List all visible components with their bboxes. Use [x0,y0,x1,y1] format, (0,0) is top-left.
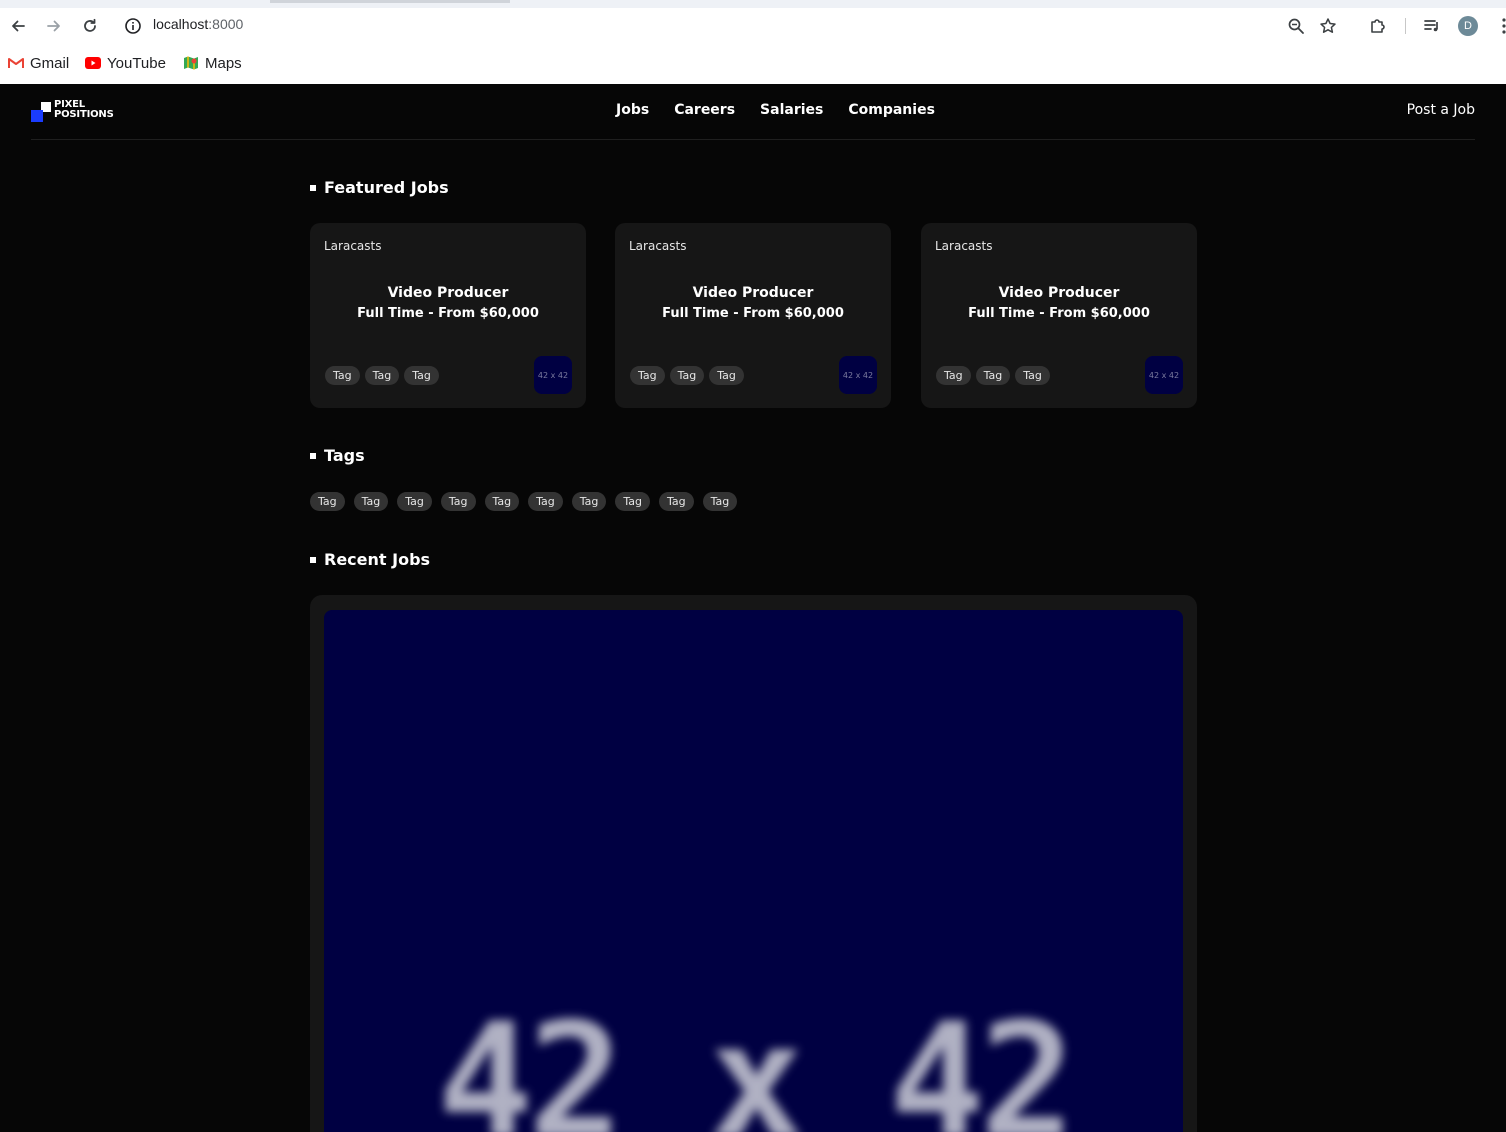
bookmark-gmail[interactable]: Gmail [8,53,69,73]
arrow-left-icon [12,20,25,32]
address-bar[interactable]: localhost:8000 [114,10,1352,42]
star-icon [1320,18,1336,33]
reload-button[interactable] [76,12,104,40]
employer-logo-placeholder: 42 x 42 [839,356,877,394]
tag-chip[interactable]: Tag [397,492,432,511]
youtube-icon [85,55,101,71]
nav-salaries[interactable]: Salaries [760,102,823,118]
tag-chip[interactable]: Tag [702,492,738,511]
job-tags: Tag Tag Tag [325,366,439,385]
featured-jobs-list: Laracasts Video Producer Full Time - Fro… [310,223,1197,408]
job-salary: Full Time - From $60,000 [968,306,1150,321]
job-title[interactable]: Video Producer [921,285,1197,301]
tag-chip[interactable]: Tag [615,492,650,511]
heading-bullet [310,556,316,563]
tag-chip[interactable]: Tag [484,492,520,511]
all-tags-list: Tag Tag Tag Tag Tag Tag Tag Tag Tag Tag [310,492,738,511]
puzzle-icon [1371,19,1385,33]
site-info-icon[interactable] [124,17,142,35]
featured-job-card[interactable]: Laracasts Video Producer Full Time - Fro… [310,223,586,408]
logo-line-2: POSITIONS [54,109,114,120]
bookmark-youtube[interactable]: YouTube [85,53,166,73]
profile-avatar[interactable]: D [1458,16,1478,36]
placeholder-label: 42 x 42 [437,988,1075,1132]
media-controls-button[interactable] [1420,14,1444,38]
toolbar-separator [1405,18,1406,34]
forward-button[interactable] [40,12,68,40]
featured-jobs-heading: Featured Jobs [310,178,449,197]
tag-chip[interactable]: Tag [440,492,476,511]
reload-icon [84,18,96,32]
tag-chip[interactable]: Tag [353,492,389,511]
url-text: localhost:8000 [153,16,243,32]
bookmark-label: Maps [205,54,242,72]
job-salary: Full Time - From $60,000 [357,306,539,321]
employer-logo-placeholder: 42 x 42 [534,356,572,394]
tag-chip[interactable]: Tag [404,366,439,385]
tag-chip[interactable]: Tag [571,492,607,511]
recent-job-image-placeholder: 42 x 42 [324,610,1183,1132]
heading-bullet [310,184,316,191]
job-salary: Full Time - From $60,000 [662,306,844,321]
job-title[interactable]: Video Producer [310,285,586,301]
browser-chrome: localhost:8000 D Gmail YouTube Maps [0,0,1506,84]
section-title-text: Featured Jobs [324,178,449,197]
main-nav: Jobs Careers Salaries Companies [616,102,935,118]
section-title-text: Recent Jobs [324,550,431,569]
recent-jobs-heading: Recent Jobs [310,550,430,569]
gmail-icon [8,55,24,71]
site-header: PIXEL POSITIONS Jobs Careers Salaries Co… [31,84,1475,140]
job-title[interactable]: Video Producer [615,285,891,301]
job-company: Laracasts [324,239,382,253]
featured-job-card[interactable]: Laracasts Video Producer Full Time - Fro… [921,223,1197,408]
tag-chip[interactable]: Tag [669,366,705,385]
bookmark-label: YouTube [107,54,166,72]
employer-logo-placeholder: 42 x 42 [1145,356,1183,394]
bookmarks-bar: Gmail YouTube Maps [0,48,1506,78]
tag-chip[interactable]: Tag [528,492,563,511]
extensions-button[interactable] [1366,14,1390,38]
tag-chip[interactable]: Tag [1015,366,1050,385]
pixel-logo-icon [31,102,51,122]
url-port: :8000 [208,16,244,32]
maps-icon [183,55,199,71]
job-tags: Tag Tag Tag [936,366,1050,385]
logo-wordmark: PIXEL POSITIONS [54,100,114,120]
media-queue-icon [1424,20,1438,32]
featured-job-card[interactable]: Laracasts Video Producer Full Time - Fro… [615,223,891,408]
nav-jobs[interactable]: Jobs [616,102,649,118]
tag-chip[interactable]: Tag [630,366,665,385]
section-title-text: Tags [324,446,365,465]
tag-chip[interactable]: Tag [364,366,400,385]
tags-heading: Tags [310,446,365,465]
heading-bullet [310,452,316,459]
tag-chip[interactable]: Tag [659,492,694,511]
tab-strip [0,0,1506,8]
browser-menu-button[interactable] [1492,14,1506,38]
tag-chip[interactable]: Tag [936,366,971,385]
nav-companies[interactable]: Companies [848,102,935,118]
recent-job-card[interactable]: 42 x 42 [310,595,1197,1132]
tag-chip[interactable]: Tag [709,366,744,385]
bookmark-star-button[interactable] [1318,16,1338,36]
tag-chip[interactable]: Tag [975,366,1011,385]
job-company: Laracasts [935,239,993,253]
browser-toolbar: localhost:8000 D [0,8,1506,44]
arrow-right-icon [47,20,60,32]
url-host: localhost [153,16,209,32]
site-logo[interactable]: PIXEL POSITIONS [31,100,131,124]
job-company: Laracasts [629,239,687,253]
post-job-link[interactable]: Post a Job [1407,102,1475,118]
bookmark-maps[interactable]: Maps [183,53,242,73]
zoom-icon [1288,18,1304,34]
back-button[interactable] [4,12,32,40]
tag-chip[interactable]: Tag [325,366,360,385]
bookmark-label: Gmail [30,54,70,72]
job-tags: Tag Tag Tag [630,366,744,385]
tag-chip[interactable]: Tag [310,492,345,511]
zoom-button[interactable] [1286,16,1306,36]
nav-careers[interactable]: Careers [674,102,735,118]
active-tab-edge [270,0,510,3]
kebab-menu-icon [1502,18,1506,34]
